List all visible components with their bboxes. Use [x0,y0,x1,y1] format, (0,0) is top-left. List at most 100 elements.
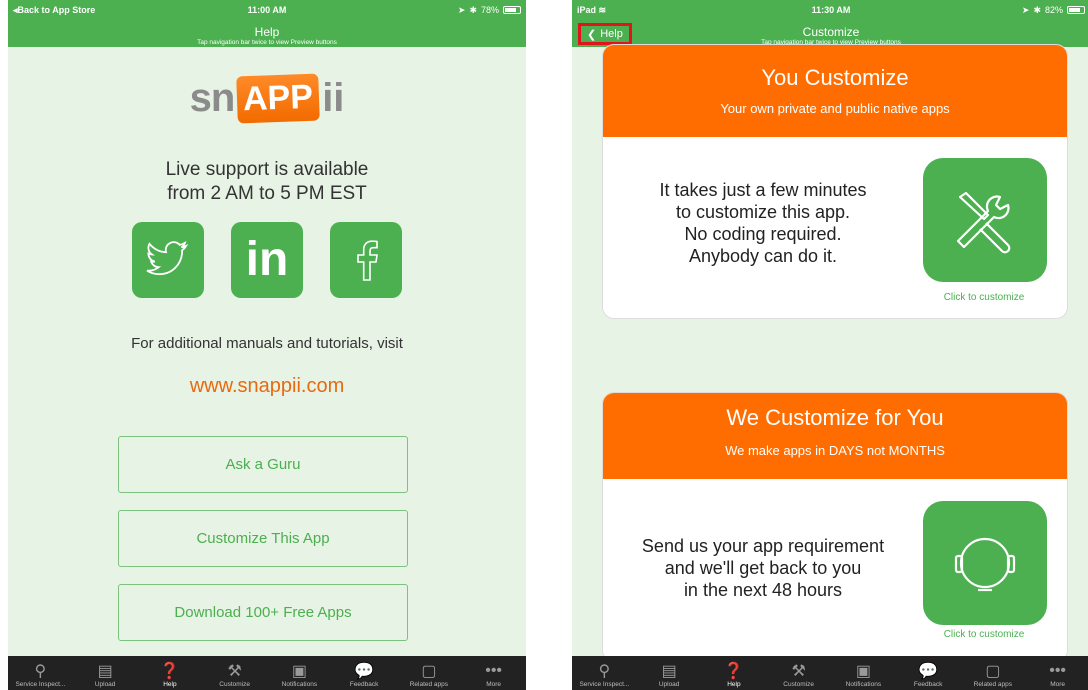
tab-customize[interactable]: ⚒ Customize [774,661,824,688]
tab-label: Notifications [845,681,882,688]
back-button-label: Help [600,28,623,40]
apps-icon: ▢ [421,663,437,680]
bluetooth-icon: ✱ [1033,4,1041,15]
card-line: Anybody can do it. [688,246,838,266]
status-right: ➤ ✱ 82% [1022,5,1085,16]
manuals-text: For additional manuals and tutorials, vi… [131,335,403,352]
linkedin-button[interactable]: in [231,222,303,298]
tab-label: Service Inspect... [15,681,66,688]
card-line: Send us your app requirement [641,536,885,556]
we-customize-card: We Customize for You We make apps in DAY… [602,392,1068,662]
you-customize-card: You Customize Your own private and publi… [602,44,1068,319]
feedback-icon: 💬 [354,663,375,680]
card-line: It takes just a few minutes [659,180,867,200]
tab-label: Upload [94,681,116,688]
tab-bar: ⚲ Service Inspect... ▤ Upload ❓ Help ⚒ Custo… [8,656,526,690]
battery-icon [503,6,521,14]
tab-customize[interactable]: ⚒ Customize [210,661,260,688]
logo-part-ii: ii [322,76,345,120]
status-time: 11:30 AM [811,5,851,15]
status-bar: ◂Back to App Store 11:00 AM ➤ ✱ 78% [8,0,526,20]
card-description: It takes just a few minutes to customize… [603,179,923,267]
card-subtitle: We make apps in DAYS not MONTHS [725,443,945,458]
click-to-customize-link[interactable]: Click to customize [919,629,1049,640]
customize-tools-button[interactable] [923,158,1047,282]
battery-icon [1067,6,1085,14]
snappii-logo: sn APP ii [8,73,526,124]
tab-help[interactable]: ❓ Help [709,661,759,688]
bluetooth-icon: ✱ [469,4,477,15]
pdf-icon: ▤ [97,663,113,680]
help-icon: ❓ [159,663,180,680]
card-body: Send us your app requirement and we'll g… [603,479,1067,661]
card-line: in the next 48 hours [683,580,843,600]
feedback-icon: 💬 [918,663,939,680]
location-icon: ➤ [457,4,466,15]
card-subtitle: Your own private and public native apps [720,101,950,116]
tools-icon: ⚒ [227,663,242,680]
tab-label: More [1050,681,1066,688]
search-icon: ⚲ [34,663,47,680]
tab-label: Service Inspect... [579,681,630,688]
status-right: ➤ ✱ 78% [458,5,521,16]
tab-upload[interactable]: ▤ Upload [80,661,130,688]
help-screen: ◂Back to App Store 11:00 AM ➤ ✱ 78% Help… [8,0,526,690]
support-line-2: from 2 AM to 5 PM EST [167,183,367,204]
tab-more[interactable]: ••• More [1033,661,1083,688]
tab-service-inspect[interactable]: ⚲ Service Inspect... [579,661,629,688]
notification-icon: ▣ [291,663,307,680]
tab-label: Customize [783,681,814,688]
back-button[interactable]: ❮ Help [578,23,632,45]
twitter-button[interactable] [132,222,204,298]
tab-label: Help [727,681,741,688]
tab-label: Customize [219,681,250,688]
logo-part-sn: sn [189,76,236,120]
navigation-bar[interactable]: Help Tap navigation bar twice to view Pr… [8,20,526,47]
pdf-icon: ▤ [661,663,677,680]
tab-bar: ⚲ Service Inspect... ▤ Upload ❓ Help ⚒ Custo… [572,656,1088,690]
tab-help[interactable]: ❓ Help [145,661,195,688]
social-buttons: in [8,222,526,298]
headset-icon [954,537,1016,592]
page-title: Help [254,25,280,39]
facebook-icon [357,240,378,281]
card-body: It takes just a few minutes to customize… [603,137,1067,318]
tab-feedback[interactable]: 💬 Feedback [339,661,389,688]
tab-notifications[interactable]: ▣ Notifications [838,661,888,688]
card-header: You Customize Your own private and publi… [603,45,1067,137]
facebook-button[interactable] [330,222,402,298]
notification-icon: ▣ [855,663,871,680]
tab-related-apps[interactable]: ▢ Related apps [404,661,454,688]
card-line: to customize this app. [675,202,851,222]
download-free-apps-button[interactable]: Download 100+ Free Apps [118,584,408,641]
status-bar: iPad ≋ 11:30 AM ➤ ✱ 82% [572,0,1088,20]
card-line: No coding required. [684,224,842,244]
tab-label: Help [163,681,177,688]
nav-hint: Tap navigation bar twice to view Preview… [197,39,337,46]
logo-part-app: APP [236,73,320,124]
card-header: We Customize for You We make apps in DAY… [603,393,1067,479]
customize-this-app-button[interactable]: Customize This App [118,510,408,567]
tab-upload[interactable]: ▤ Upload [644,661,694,688]
tab-related-apps[interactable]: ▢ Related apps [968,661,1018,688]
ask-a-guru-button[interactable]: Ask a Guru [118,436,408,493]
tab-label: Related apps [409,681,449,688]
more-icon: ••• [485,662,503,679]
card-title: You Customize [761,65,909,90]
tab-service-inspect[interactable]: ⚲ Service Inspect... [15,661,65,688]
tab-label: Upload [658,681,680,688]
linkedin-icon: in [245,233,289,286]
contact-support-button[interactable] [923,501,1047,625]
tools-icon [956,191,1011,254]
tab-more[interactable]: ••• More [469,661,519,688]
tab-feedback[interactable]: 💬 Feedback [903,661,953,688]
customize-screen: iPad ≋ 11:30 AM ➤ ✱ 82% ❮ Help Customize… [572,0,1088,690]
card-description: Send us your app requirement and we'll g… [603,535,923,601]
support-line-1: Live support is available [165,159,369,180]
card-line: and we'll get back to you [664,558,862,578]
battery-percent: 82% [1044,5,1063,15]
tab-notifications[interactable]: ▣ Notifications [274,661,324,688]
website-link[interactable]: www.snappii.com [8,375,526,398]
click-to-customize-link[interactable]: Click to customize [919,292,1049,303]
navigation-bar[interactable]: ❮ Help Customize Tap navigation bar twic… [572,20,1088,47]
